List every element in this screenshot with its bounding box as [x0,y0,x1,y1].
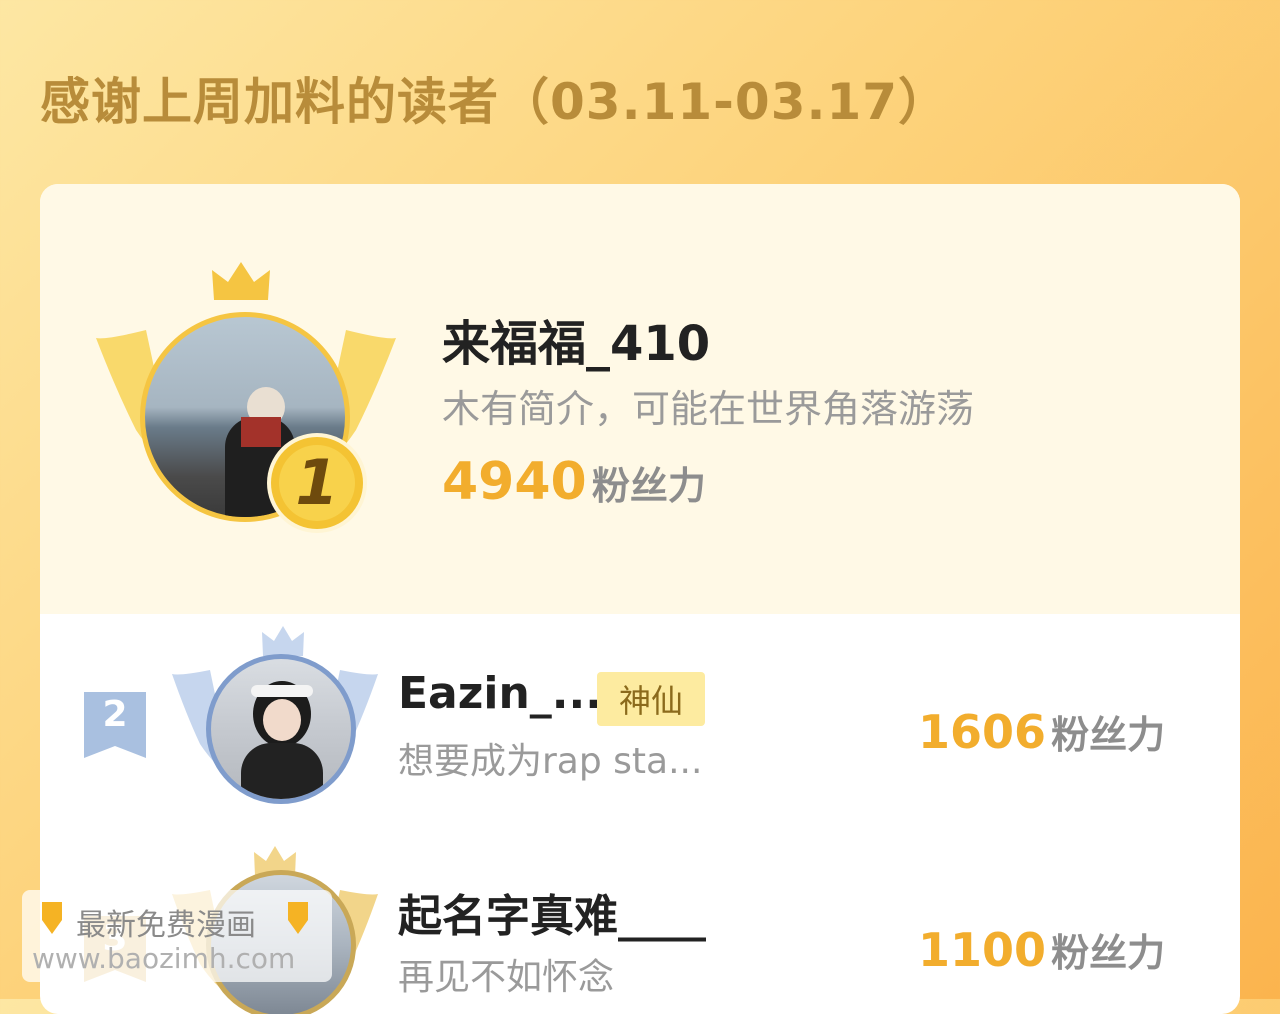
first-place-score-unit: 粉丝力 [591,464,706,508]
rank-3-score-unit: 粉丝力 [1051,931,1166,975]
crown-icon [262,626,304,656]
watermark: 最新免费漫画 www.baozimh.com [22,890,332,982]
rank-2-badge: 神仙 [597,672,706,726]
rank-2-label: 2 [102,694,128,735]
first-place-avatar-group[interactable]: 1 [96,260,396,540]
page-title: 感谢上周加料的读者（03.11-03.17） [40,73,950,131]
first-place-score-value: 4940 [442,452,587,512]
rank-3-bio: 再见不如怀念 [398,957,615,998]
rank-3-score: 1100 粉丝力 [918,922,1165,977]
first-place-score: 4940 粉丝力 [442,452,706,512]
rank-2-score-unit: 粉丝力 [1051,713,1166,757]
rank-3-name[interactable]: 起名字真难____ [398,880,706,944]
rank-3-score-value: 1100 [918,923,1047,977]
watermark-line1: 最新免费漫画 [76,908,256,943]
pointing-hand-icon [288,902,308,934]
first-place-bio: 木有简介，可能在世界角落游荡 [442,387,975,431]
avatar-flower-crown [251,685,313,697]
avatar-figure-face [263,699,301,741]
list-item[interactable]: 2 Eazin_... 神仙 想要成为rap sta... 1606 粉丝力 [40,614,1240,834]
rank-2-avatar [206,654,356,804]
avatar-figure-body [241,743,323,799]
watermark-line2[interactable]: www.baozimh.com [32,942,295,975]
rank-2-bio: 想要成为rap sta... [398,741,703,782]
rank-2-score: 1606 粉丝力 [918,704,1165,759]
pointing-hand-icon [42,902,62,934]
crown-icon [212,262,270,300]
rank-1-label: 1 [295,446,339,519]
rank-2-name[interactable]: Eazin_... [398,668,602,719]
rank-2-score-value: 1606 [918,705,1047,759]
first-place-name[interactable]: 来福福_410 [442,304,710,374]
